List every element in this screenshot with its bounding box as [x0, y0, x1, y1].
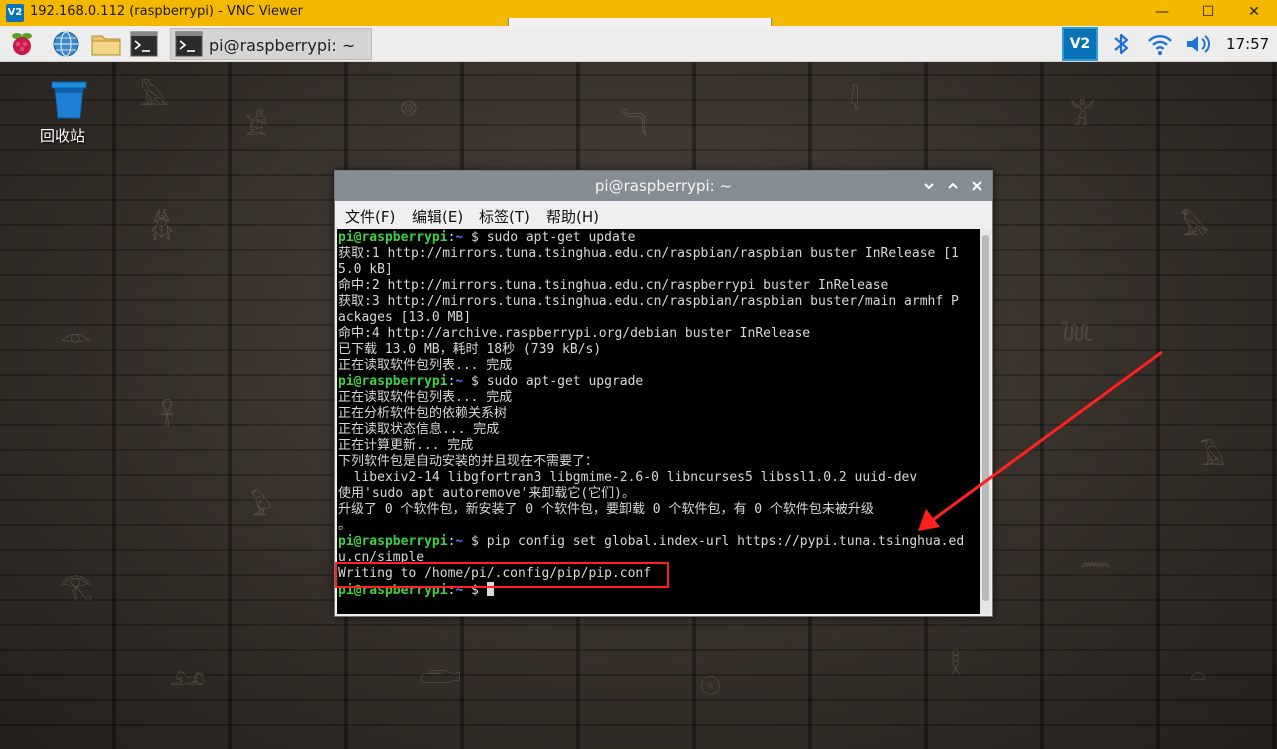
vnc-server-tray-icon[interactable]: V2	[1062, 27, 1098, 61]
wallpaper-glyph: 𓆓	[620, 112, 648, 142]
command-text: sudo apt-get update	[486, 230, 636, 245]
vnc-close-button[interactable]: ✕	[1231, 0, 1277, 26]
prompt-user: pi@raspberrypi	[338, 230, 448, 245]
terminal-icon	[175, 31, 203, 61]
wallpaper-glyph: 𓂀	[60, 572, 93, 602]
terminal-icon[interactable]	[130, 30, 158, 58]
terminal-output-line: 获取:1 http://mirrors.tuna.tsinghua.edu.cn…	[338, 246, 959, 261]
wallpaper-glyph: 𓆙	[1060, 322, 1094, 352]
terminal-output-line: 获取:3 http://mirrors.tuna.tsinghua.edu.cn…	[338, 294, 959, 309]
taskbar-clock[interactable]: 17:57	[1226, 35, 1269, 53]
terminal-output-line: 命中:4 http://archive.raspberrypi.org/debi…	[338, 326, 811, 341]
terminal-output-line: 升级了 0 个软件包，新安装了 0 个软件包，要卸载 0 个软件包，有 0 个软…	[338, 502, 874, 517]
vnc-window-title: 192.168.0.112 (raspberrypi) - VNC Viewer	[30, 4, 303, 19]
trash-bin-icon[interactable]	[48, 80, 90, 120]
volume-icon[interactable]	[1184, 30, 1214, 58]
terminal-output-line: 。	[338, 518, 352, 533]
terminal-window-title: pi@raspberrypi: ~	[594, 177, 733, 195]
prompt-dollar: $	[463, 534, 487, 549]
menu-help[interactable]: 帮助(H)	[546, 206, 599, 227]
wallpaper-glyph: 𓅓	[140, 82, 170, 112]
terminal-menubar: 文件(F) 编辑(E) 标签(T) 帮助(H)	[335, 201, 992, 229]
menu-tabs[interactable]: 标签(T)	[479, 206, 530, 227]
terminal-window: pi@raspberrypi: ~ 文件(F) 编辑(E) 标签(T) 帮助(H…	[334, 170, 993, 617]
pi-taskbar: pi@raspberrypi: ~ V2 17:57	[0, 26, 1277, 62]
wallpaper-glyph: 𓃭	[170, 662, 206, 692]
wallpaper-glyph: 𓂧	[420, 662, 461, 692]
wallpaper-glyph: 𓅱	[250, 492, 273, 522]
terminal-output-line: 正在分析软件包的依赖关系树	[338, 406, 508, 421]
wifi-icon[interactable]	[1146, 30, 1174, 58]
wallpaper-glyph: 𓈖	[1080, 542, 1112, 572]
prompt-dollar: $	[463, 374, 487, 389]
command-text: sudo apt-get upgrade	[486, 374, 644, 389]
wallpaper-glyph: 𓁹	[60, 322, 92, 352]
terminal-output-line: ackages [13.0 MB]	[338, 310, 472, 325]
trash-bin-label[interactable]: 回收站	[40, 125, 85, 146]
wallpaper-glyph: 𓊖	[400, 92, 418, 122]
terminal-maximize-button[interactable]	[944, 177, 962, 195]
command-text: pip config set global.index-url https://…	[486, 534, 965, 549]
terminal-output-line: 正在计算更新... 完成	[338, 438, 474, 453]
web-browser-icon[interactable]	[52, 30, 80, 58]
taskbar-window-label: pi@raspberrypi: ~	[209, 36, 356, 55]
wallpaper-glyph: 𓀀	[245, 112, 269, 142]
terminal-scrollbar-thumb[interactable]	[982, 235, 989, 601]
terminal-output-line: 5.0 kB]	[338, 262, 393, 277]
wallpaper-glyph: 𓀠	[1070, 102, 1096, 132]
menu-file[interactable]: 文件(F)	[345, 206, 395, 227]
prompt-user: pi@raspberrypi	[338, 374, 448, 389]
terminal-titlebar[interactable]: pi@raspberrypi: ~	[335, 171, 992, 201]
terminal-output-line: 正在读取状态信息... 完成	[338, 422, 500, 437]
terminal-minimize-button[interactable]	[920, 177, 938, 195]
vnc-viewer-titlebar: V2 192.168.0.112 (raspberrypi) - VNC Vie…	[0, 0, 1277, 28]
wallpaper-glyph: 𓇋	[850, 87, 859, 117]
terminal-command-line: pi@raspberrypi:~ $ sudo apt-get upgrade	[338, 374, 643, 390]
annotation-highlight-box	[335, 562, 669, 588]
terminal-output-line: 命中:2 http://mirrors.tuna.tsinghua.edu.cn…	[338, 278, 889, 293]
vnc-maximize-button[interactable]: ☐	[1185, 0, 1231, 26]
wallpaper-glyph: 𓆣	[150, 212, 174, 242]
prompt-dollar: $	[463, 230, 487, 245]
file-manager-icon[interactable]	[90, 30, 122, 58]
wallpaper-glyph: 𓅃	[1180, 212, 1209, 242]
wallpaper-glyph: 𓏏	[1190, 662, 1207, 692]
terminal-close-button[interactable]	[968, 177, 986, 195]
raspberry-menu-icon[interactable]	[8, 30, 36, 58]
wallpaper-glyph: 𓇳	[700, 672, 721, 702]
terminal-output-line: 使用'sudo apt autoremove'来卸载它(它们)。	[338, 486, 636, 501]
terminal-command-line: pi@raspberrypi:~ $ pip config set global…	[338, 534, 964, 550]
wallpaper-glyph: 𓄿	[1200, 442, 1226, 472]
terminal-output-line: libexiv2-14 libgfortran3 libgmime-2.6-0 …	[338, 470, 918, 485]
vnc-viewer-logo-icon: V2	[6, 4, 24, 22]
prompt-user: pi@raspberrypi	[338, 534, 448, 549]
terminal-output-line: 正在读取软件包列表... 完成	[338, 358, 513, 373]
vnc-minimize-button[interactable]: —	[1139, 0, 1185, 26]
wallpaper-glyph: 𓎛	[950, 652, 962, 682]
bluetooth-icon[interactable]	[1110, 30, 1132, 58]
terminal-output-line: 下列软件包是自动安装的并且现在不需要了：	[338, 454, 599, 469]
menu-edit[interactable]: 编辑(E)	[412, 206, 463, 227]
terminal-scrollbar[interactable]	[980, 229, 991, 614]
terminal-output-line: 已下载 13.0 MB，耗时 18秒 (739 kB/s)	[338, 342, 602, 357]
terminal-output[interactable]: pi@raspberrypi:~ $ sudo apt-get update 获取…	[337, 229, 980, 614]
wallpaper-glyph: 𓋹	[160, 402, 175, 432]
terminal-command-line: pi@raspberrypi:~ $ sudo apt-get update	[338, 230, 635, 246]
terminal-output-line: 正在读取软件包列表... 完成	[338, 390, 513, 405]
taskbar-terminal-window-button[interactable]: pi@raspberrypi: ~	[170, 28, 372, 60]
